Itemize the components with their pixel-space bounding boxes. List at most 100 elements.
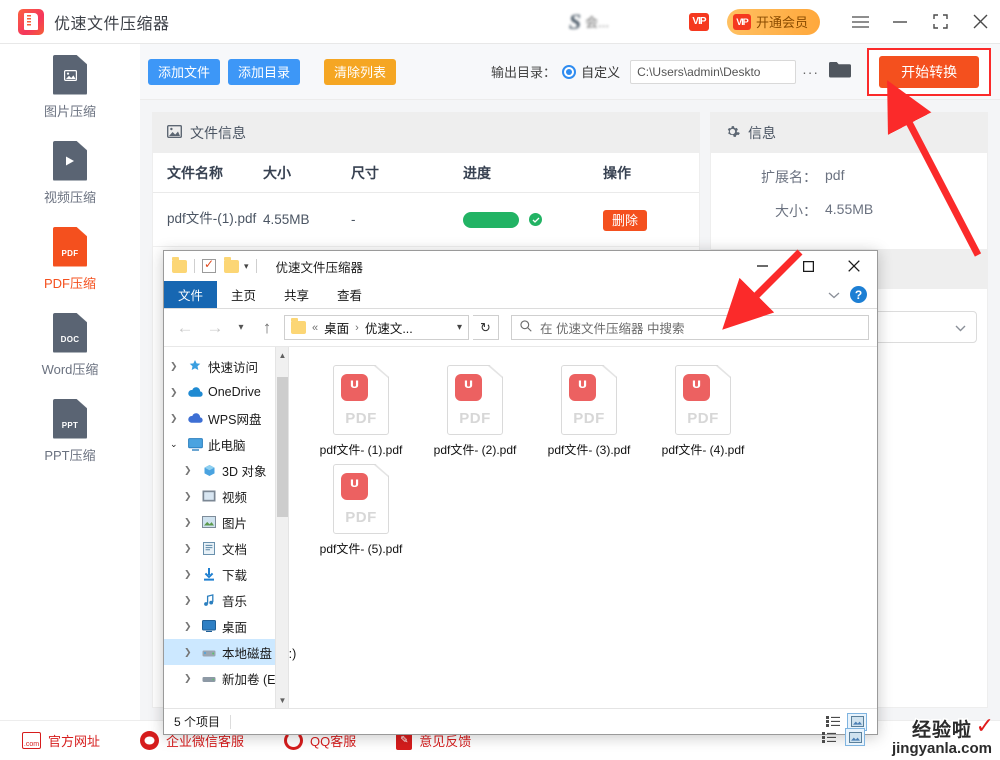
add-file-button[interactable]: 添加文件 (148, 58, 221, 85)
output-path-input[interactable]: C:\Users\admin\Deskto (630, 59, 797, 84)
file-table-header: 文件名称 大小 尺寸 进度 操作 (153, 153, 699, 193)
file-name-label: pdf文件- (4).pdf (661, 443, 745, 457)
new-folder-icon[interactable] (224, 256, 239, 273)
maximize-icon[interactable] (920, 0, 960, 44)
ribbon-tab-view[interactable]: 查看 (323, 281, 376, 308)
nav-item-quick-access[interactable]: ❯ 快速访问 (164, 353, 288, 379)
nav-item-wps-cloud[interactable]: ❯ WPS网盘 (164, 405, 288, 431)
chevron-right-icon[interactable]: ❯ (184, 465, 196, 476)
minimize-icon[interactable] (880, 0, 920, 44)
custom-output-radio[interactable]: 自定义 (562, 62, 620, 81)
list-item[interactable]: ᓑ PDF pdf文件- (4).pdf (647, 361, 759, 458)
partner-logo: S 会... (569, 9, 609, 35)
list-item[interactable]: ᓑ PDF pdf文件- (1).pdf (305, 361, 417, 458)
sidebar-item-word[interactable]: DOC Word压缩 (0, 302, 140, 388)
breadcrumb-item-desktop[interactable]: 桌面 (324, 318, 349, 337)
nav-item-downloads[interactable]: ❯ 下载 (164, 561, 288, 587)
doc-file-icon: DOC (53, 312, 87, 353)
nav-item-local-disk-c[interactable]: ❯ 本地磁盘 (C:) (164, 639, 296, 665)
scrollbar-thumb[interactable] (277, 377, 288, 517)
delete-button[interactable]: 删除 (603, 210, 648, 231)
folder-icon[interactable] (172, 256, 187, 273)
chevron-right-icon[interactable]: ❯ (170, 413, 182, 424)
chevron-right-icon[interactable]: ❯ (170, 387, 182, 398)
nav-item-pictures[interactable]: ❯ 图片 (164, 509, 288, 535)
chevron-right-icon[interactable]: ❯ (184, 595, 196, 606)
dropdown-arrow-icon[interactable]: ▾ (244, 261, 249, 272)
up-arrow-icon[interactable]: ↑ (254, 315, 280, 341)
explorer-titlebar: ▾ 优速文件压缩器 (164, 251, 877, 281)
back-arrow-icon[interactable]: ← (172, 315, 198, 341)
nav-item-onedrive[interactable]: ❯ OneDrive (164, 379, 288, 405)
chevron-right-icon[interactable]: ❯ (184, 621, 196, 632)
ribbon-tab-home[interactable]: 主页 (217, 281, 270, 308)
properties-check-icon[interactable] (202, 257, 216, 273)
chevron-down-icon[interactable]: ▾ (457, 322, 462, 333)
sidebar-item-video[interactable]: 视频压缩 (0, 130, 140, 216)
sidebar-item-ppt[interactable]: PPT PPT压缩 (0, 388, 140, 474)
scroll-up-icon[interactable]: ▲ (276, 347, 289, 363)
nav-item-this-pc[interactable]: ⌄ 此电脑 (164, 431, 288, 457)
search-input[interactable]: 在 优速文件压缩器 中搜索 (511, 315, 869, 340)
start-convert-button[interactable]: 开始转换 (879, 55, 980, 88)
nav-item-videos[interactable]: ❯ 视频 (164, 483, 288, 509)
nav-item-3d-objects[interactable]: ❯ 3D 对象 (164, 457, 288, 483)
scroll-down-icon[interactable]: ▼ (276, 692, 289, 708)
chevron-right-icon[interactable]: ❯ (184, 647, 196, 658)
chevron-right-icon[interactable]: ❯ (184, 543, 196, 554)
list-item[interactable]: ᓑ PDF pdf文件- (5).pdf (305, 460, 417, 557)
list-item[interactable]: ᓑ PDF pdf文件- (2).pdf (419, 361, 531, 458)
row-dimension: - (351, 212, 356, 227)
ellipsis-icon[interactable]: ··· (802, 64, 819, 80)
explorer-ribbon: 文件 主页 共享 查看 ? (164, 281, 877, 309)
maximize-icon[interactable] (785, 251, 831, 281)
row-filename: pdf文件-(1).pdf (167, 211, 257, 227)
progress-bar (463, 211, 519, 228)
nav-item-volume-e[interactable]: ❯ 新加卷 (E:) (164, 665, 288, 691)
recent-dropdown-icon[interactable]: ▾ (232, 315, 250, 341)
refresh-icon[interactable]: ↻ (473, 315, 499, 340)
forward-arrow-icon[interactable]: → (202, 315, 228, 341)
ribbon-tab-file[interactable]: 文件 (164, 281, 218, 308)
nav-item-desktop[interactable]: ❯ 桌面 (164, 613, 288, 639)
pdf-glyph: ᓑ (341, 473, 368, 500)
large-icons-view-icon[interactable] (845, 728, 865, 746)
folder-icon[interactable] (829, 61, 852, 83)
nav-item-documents[interactable]: ❯ 文档 (164, 535, 288, 561)
help-icon[interactable]: ? (850, 286, 867, 303)
chevron-right-icon[interactable]: ❯ (170, 361, 182, 372)
list-item[interactable]: ᓑ PDF pdf文件- (3).pdf (533, 361, 645, 458)
official-website-link[interactable]: .com 官方网址 (22, 731, 100, 750)
add-folder-button[interactable]: 添加目录 (228, 58, 301, 85)
minimize-icon[interactable] (739, 251, 785, 281)
open-vip-button[interactable]: VIP 开通会员 (726, 8, 820, 35)
sidebar-item-image[interactable]: 图片压缩 (0, 44, 140, 130)
chevron-right-icon[interactable]: ❯ (184, 491, 196, 502)
sidebar-label-pdf: PDF压缩 (43, 275, 96, 291)
ribbon-right-controls: ? (828, 281, 877, 308)
watermark-check-icon: ✓ (975, 713, 994, 738)
nav-label-3d-objects: 3D 对象 (222, 464, 267, 479)
nav-pane-scrollbar[interactable]: ▲ ▼ (275, 347, 288, 708)
table-row[interactable]: pdf文件-(1).pdf 4.55MB - 删除 (153, 193, 699, 247)
chevron-down-icon[interactable] (828, 286, 840, 304)
video-file-icon (53, 140, 87, 181)
column-progress: 进度 (463, 164, 491, 181)
breadcrumb-item-current[interactable]: 优速文... (365, 318, 413, 337)
main-toolbar: 添加文件 添加目录 清除列表 输出目录： 自定义 C:\Users\admin\… (140, 44, 1000, 100)
output-dir-label: 输出目录： (491, 65, 557, 80)
chevron-down-icon[interactable]: ⌄ (170, 439, 182, 450)
3d-objects-icon (201, 462, 217, 478)
chevron-right-icon[interactable]: ❯ (184, 673, 196, 684)
details-view-icon[interactable] (819, 728, 839, 746)
close-icon[interactable] (960, 0, 1000, 44)
clear-list-button[interactable]: 清除列表 (324, 58, 397, 85)
sidebar-item-pdf[interactable]: PDF PDF压缩 (0, 216, 140, 302)
hamburger-menu-icon[interactable] (840, 0, 880, 44)
close-icon[interactable] (831, 251, 877, 281)
chevron-right-icon[interactable]: ❯ (184, 569, 196, 580)
chevron-right-icon[interactable]: ❯ (184, 517, 196, 528)
breadcrumb[interactable]: « 桌面 › 优速文... ▾ (284, 315, 469, 340)
nav-item-music[interactable]: ❯ 音乐 (164, 587, 288, 613)
ribbon-tab-share[interactable]: 共享 (270, 281, 323, 308)
